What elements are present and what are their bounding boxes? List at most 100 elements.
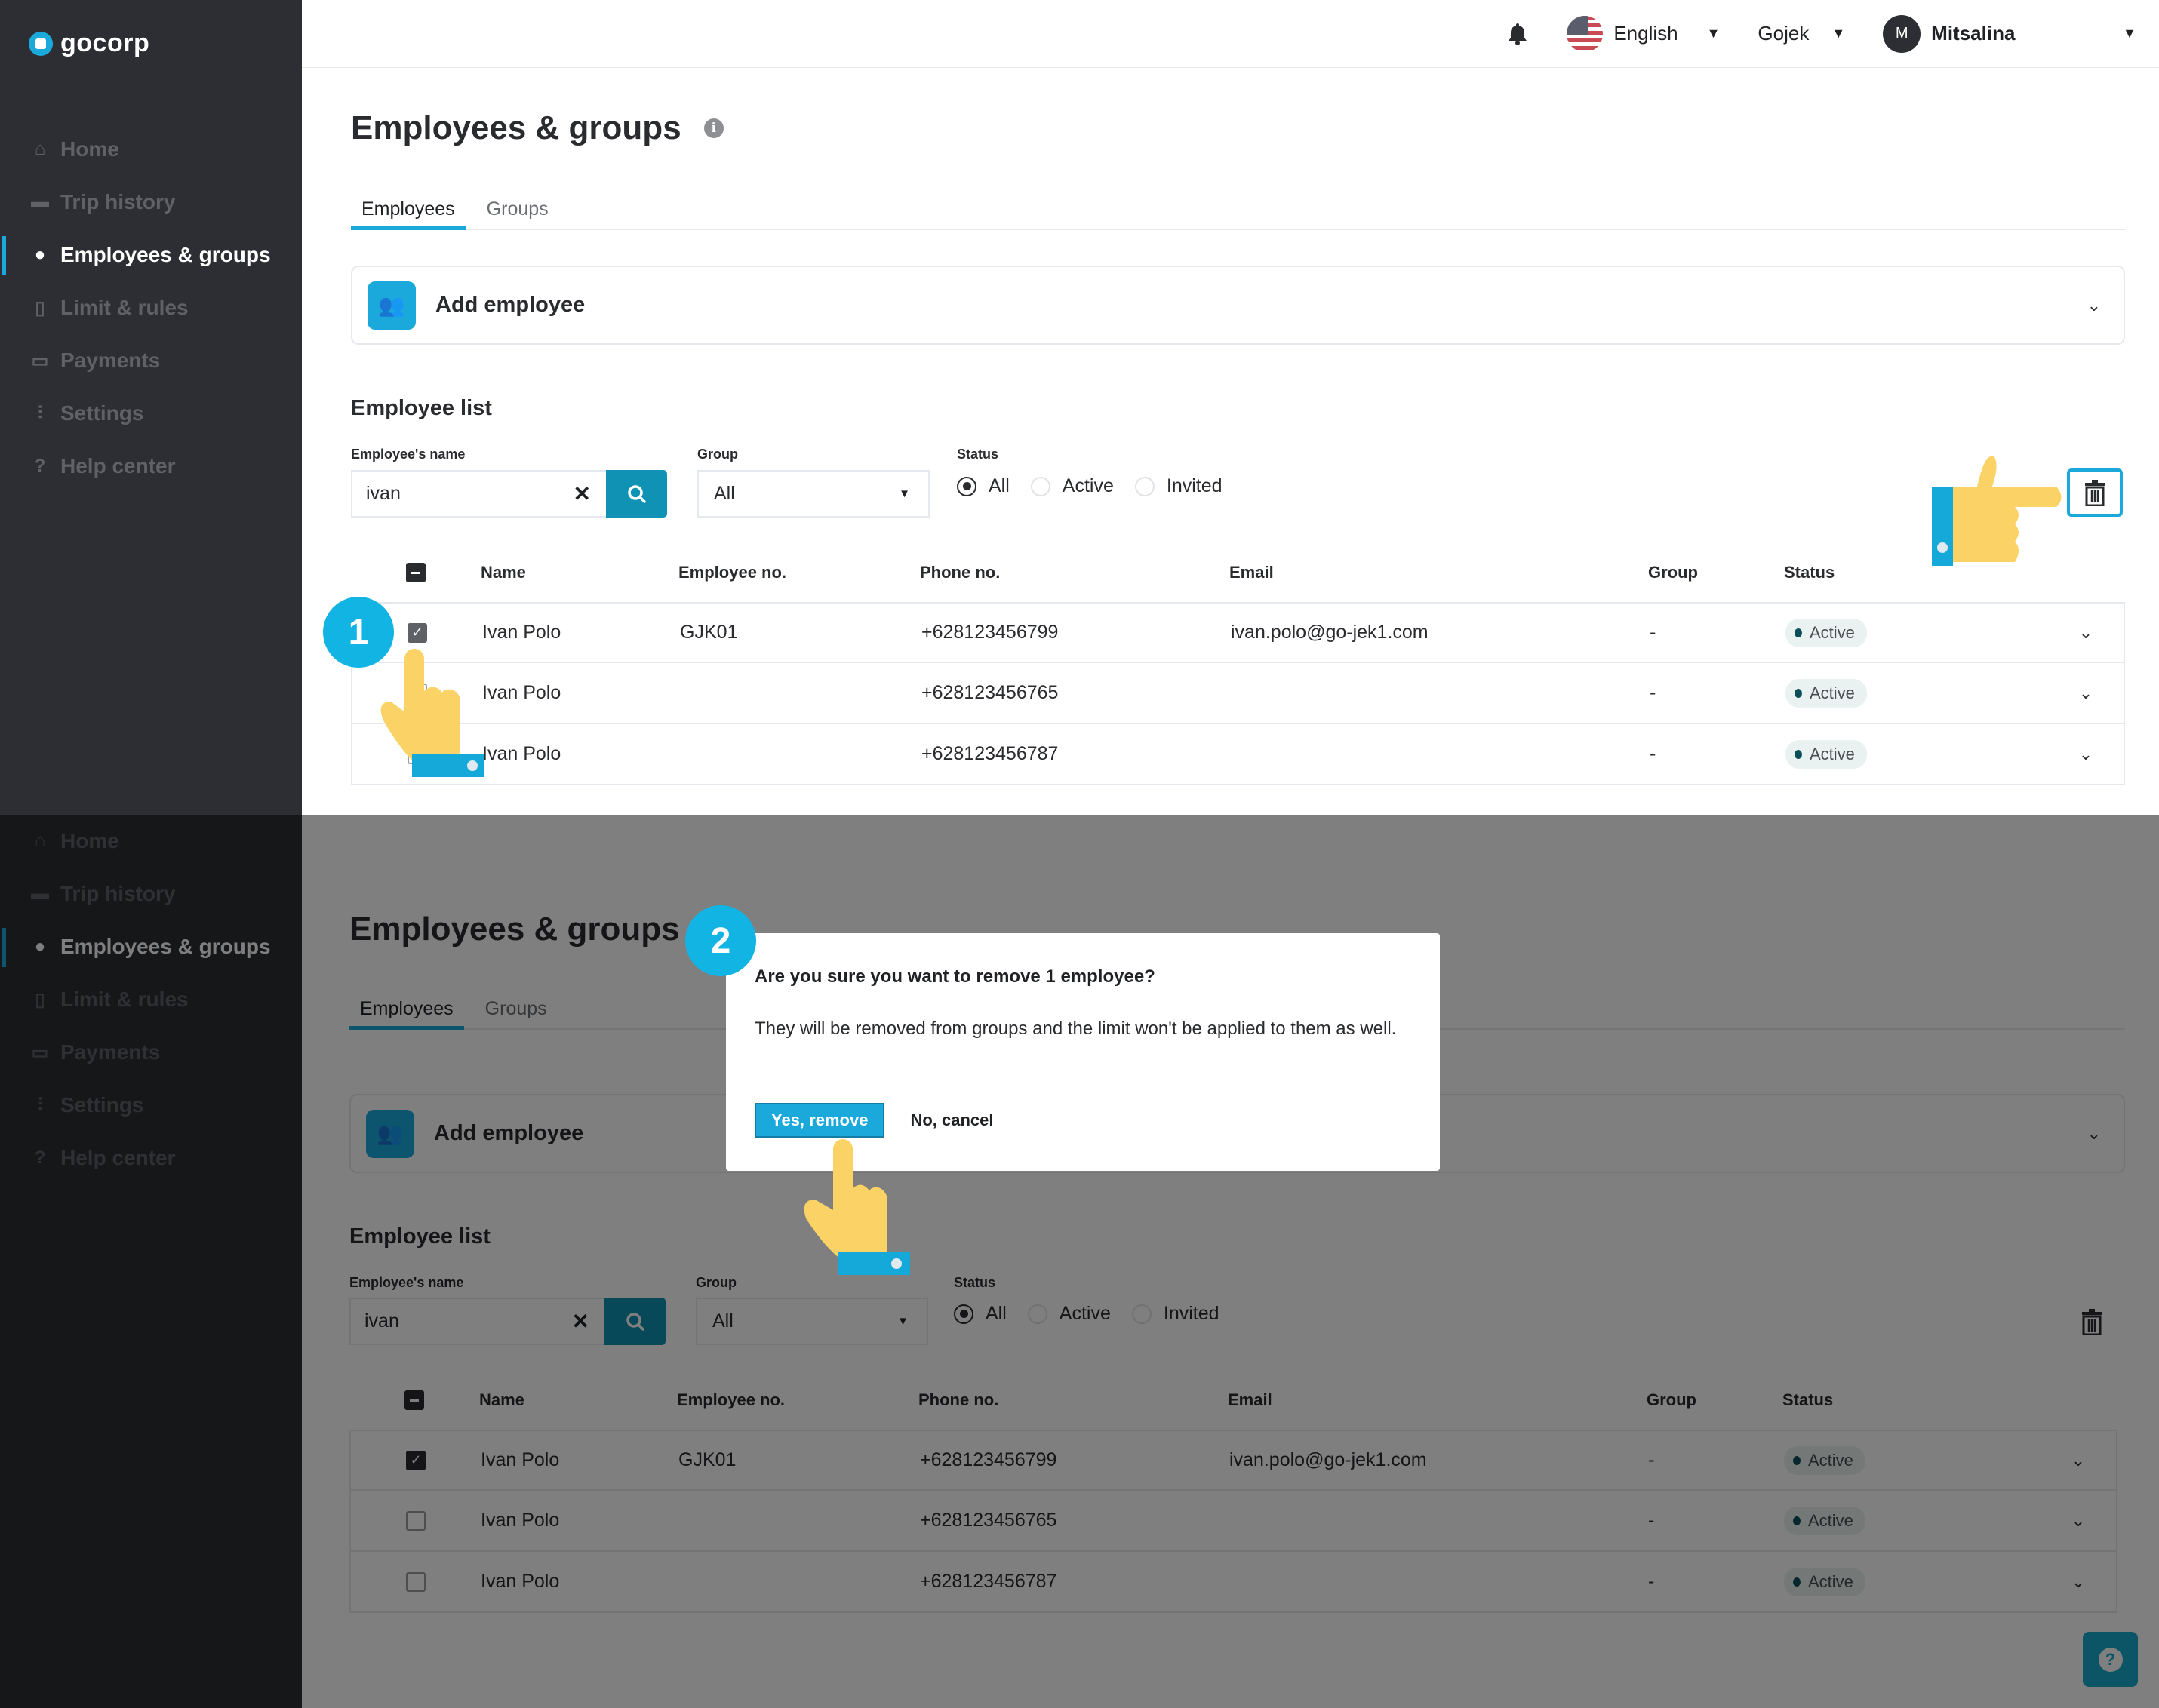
clear-icon[interactable]: ✕ [574, 481, 591, 506]
column-header-email[interactable]: Email [1229, 563, 1648, 582]
add-employee-panel[interactable]: 👥 Add employee ⌄ [351, 266, 2125, 345]
group-filter-label: Group [697, 447, 738, 462]
sidebar-item-employees-groups[interactable]: ● Employees & groups [0, 229, 302, 281]
user-circle-icon: ● [34, 244, 46, 265]
pointing-hand-icon [380, 649, 484, 777]
cell-employee-no: GJK01 [680, 622, 738, 643]
dialog-actions: Yes, remove No, cancel [755, 1103, 993, 1138]
expand-row-chevron-icon[interactable]: ⌄ [2048, 745, 2124, 764]
table-row[interactable]: ✓ Ivan Polo GJK01 +628123456799 ivan.pol… [351, 602, 2125, 663]
table-header: Name Employee no. Phone no. Email Group … [351, 543, 2125, 602]
sidebar-item-label: Settings [60, 401, 144, 425]
step-marker-2: 2 [685, 905, 756, 976]
status-radio-active[interactable]: Active [1030, 475, 1114, 497]
cell-email: ivan.polo@go-jek1.com [1231, 622, 1429, 643]
radio-label: Invited [1166, 475, 1223, 496]
question-icon: ? [2098, 1647, 2123, 1672]
expand-row-chevron-icon[interactable]: ⌄ [2048, 623, 2124, 643]
sidebar-item-limit-rules[interactable]: ▯ Limit & rules [0, 281, 302, 334]
sidebar-nav: ⌂ Home ▬ Trip history ● Employees & grou… [0, 123, 302, 493]
table-body: ✓ Ivan Polo GJK01 +628123456799 ivan.pol… [351, 602, 2125, 785]
select-all-checkbox[interactable] [406, 563, 426, 582]
sidebar-item-label: Trip history [60, 190, 176, 214]
pointing-hand-icon [1932, 456, 2062, 566]
sidebar: gocorp ⌂ Home ▬ Trip history ● Employees… [0, 0, 302, 815]
sidebar-item-label: Help center [60, 454, 176, 478]
page-title-text: Employees & groups [351, 109, 681, 146]
column-header-phone[interactable]: Phone no. [920, 563, 1229, 582]
search-icon [627, 484, 646, 503]
caret-down-icon: ▼ [899, 487, 910, 500]
car-icon: ▬ [31, 192, 49, 212]
sidebar-item-home[interactable]: ⌂ Home [0, 123, 302, 176]
group-select-value: All [714, 483, 735, 504]
add-employee-label: Add employee [435, 293, 586, 317]
status-radio-group: All Active Invited [957, 475, 1244, 497]
status-text: Active [1810, 744, 1855, 763]
column-header-employee-no[interactable]: Employee no. [678, 563, 920, 582]
column-header-name[interactable]: Name [481, 563, 678, 582]
status-radio-invited[interactable]: Invited [1134, 475, 1223, 497]
cell-phone: +628123456765 [921, 682, 1059, 703]
chevron-down-icon[interactable]: ⌄ [2087, 296, 2101, 315]
tab-groups[interactable]: Groups [476, 192, 559, 230]
cell-group: - [1650, 622, 1656, 643]
info-icon[interactable]: i [703, 118, 724, 138]
status-badge: Active [1785, 618, 1867, 647]
remove-employee-dialog: Are you sure you want to remove 1 employ… [726, 933, 1440, 1171]
cell-group: - [1650, 743, 1656, 764]
row-checkbox[interactable]: ✓ [408, 622, 427, 643]
group-select[interactable]: All ▼ [697, 470, 930, 518]
step-1-screen: gocorp ⌂ Home ▬ Trip history ● Employees… [0, 0, 2159, 815]
radio-label: Active [1062, 475, 1114, 496]
status-radio-all[interactable]: All [957, 475, 1010, 497]
status-dot [1795, 688, 1802, 698]
confirm-remove-button[interactable]: Yes, remove [755, 1103, 885, 1138]
trash-icon [2085, 480, 2105, 506]
cell-name: Ivan Polo [482, 622, 561, 643]
sidebar-item-payments[interactable]: ▭ Payments [0, 334, 302, 387]
table-row[interactable]: Ivan Polo +628123456765 - Active ⌄ [351, 663, 2125, 724]
column-header-group[interactable]: Group [1648, 563, 1784, 582]
credit-card-icon: ▭ [31, 350, 49, 371]
document-icon: ▯ [35, 297, 45, 318]
cancel-button[interactable]: No, cancel [910, 1111, 993, 1130]
main-content: Employees & groups i Employees Groups 👥 … [302, 0, 2159, 815]
sidebar-item-label: Payments [60, 349, 161, 372]
step-2-screen: ⌂ Home ▬ Trip history ● Employees & grou… [0, 815, 2159, 1708]
radio-dot [1134, 476, 1155, 496]
dialog-title: Are you sure you want to remove 1 employ… [755, 966, 1155, 987]
delete-button[interactable] [2067, 468, 2123, 517]
sliders-icon: ⫶ [38, 403, 42, 423]
cell-phone: +628123456799 [921, 622, 1059, 643]
employee-name-input[interactable]: ivan ✕ [351, 470, 607, 518]
expand-row-chevron-icon[interactable]: ⌄ [2048, 684, 2124, 703]
logo-icon [29, 31, 53, 56]
home-icon: ⌂ [34, 139, 46, 159]
cell-phone: +628123456787 [921, 743, 1059, 764]
status-dot [1795, 749, 1802, 759]
cell-name: Ivan Polo [482, 682, 561, 703]
table-row[interactable]: Ivan Polo +628123456787 - Active ⌄ [351, 724, 2125, 785]
sidebar-item-settings[interactable]: ⫶ Settings [0, 387, 302, 440]
sidebar-item-label: Limit & rules [60, 296, 189, 319]
tab-employees[interactable]: Employees [351, 192, 466, 230]
brand-name: gocorp [60, 29, 150, 57]
search-button[interactable] [606, 470, 667, 518]
employee-name-value: ivan [366, 483, 401, 504]
users-icon: 👥 [368, 281, 416, 330]
logo[interactable]: gocorp [29, 29, 149, 58]
sidebar-item-label: Home [60, 137, 119, 161]
cell-group: - [1650, 682, 1656, 703]
sidebar-item-trip-history[interactable]: ▬ Trip history [0, 176, 302, 229]
pointing-hand-icon [804, 1139, 910, 1275]
status-text: Active [1810, 622, 1855, 642]
status-filter-label: Status [957, 447, 999, 462]
sidebar-item-label: Employees & groups [60, 243, 271, 266]
help-button[interactable]: ? [2083, 1632, 2138, 1687]
sidebar-item-help-center[interactable]: ? Help center [0, 440, 302, 493]
dialog-body: They will be removed from groups and the… [755, 1018, 1397, 1039]
status-text: Active [1810, 683, 1855, 702]
radio-dot [1030, 476, 1050, 496]
employee-list-title: Employee list [351, 396, 492, 420]
